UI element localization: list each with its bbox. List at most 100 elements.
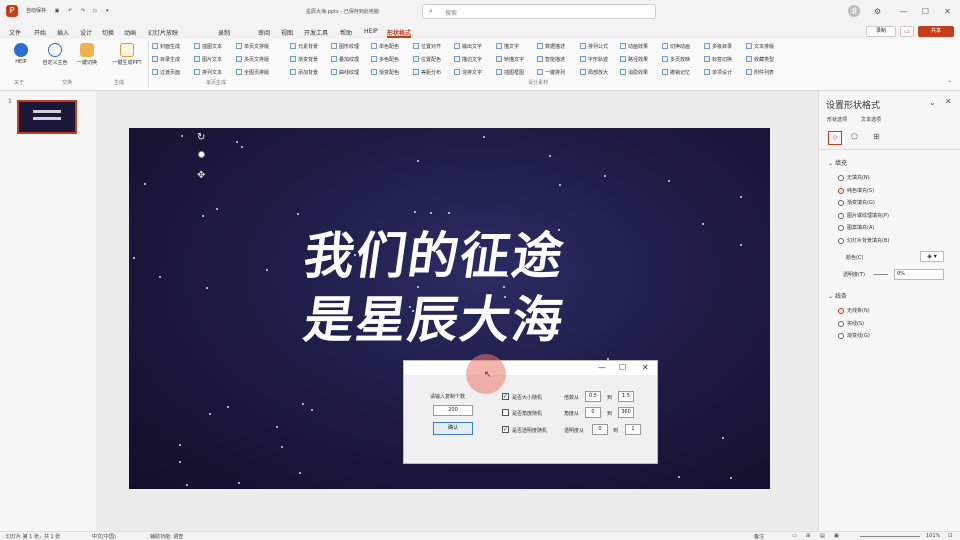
- ribbon-command[interactable]: 单项设计: [704, 69, 732, 76]
- ribbon-command[interactable]: 收藏类型: [746, 56, 774, 63]
- fit-to-window-icon[interactable]: ⊡: [948, 533, 952, 539]
- radio-button[interactable]: [838, 187, 844, 194]
- tab-help[interactable]: 帮助: [340, 28, 352, 37]
- ribbon-command[interactable]: 目录生成: [152, 56, 180, 63]
- tab-file[interactable]: 文件: [9, 28, 21, 37]
- scale-from-input[interactable]: 0.5: [585, 391, 601, 402]
- ribbon-command[interactable]: 路径效果: [620, 56, 648, 63]
- radio-button[interactable]: [838, 200, 844, 207]
- search-box[interactable]: ⌕ 搜索: [422, 4, 656, 19]
- opacity-from-input[interactable]: 0: [592, 424, 608, 435]
- custom-color-button[interactable]: 自定义主色: [38, 43, 72, 66]
- random-opacity-checkbox[interactable]: ✓: [502, 426, 509, 433]
- size-properties-icon[interactable]: ⊞: [873, 132, 880, 141]
- redo-icon[interactable]: ↷: [81, 8, 85, 14]
- ribbon-command[interactable]: 多页文排版: [236, 56, 269, 63]
- ribbon-command[interactable]: 位置对齐: [413, 43, 441, 50]
- resize-handle[interactable]: [198, 151, 205, 158]
- tab-design[interactable]: 设计: [80, 28, 92, 37]
- angle-to-input[interactable]: 360: [618, 407, 634, 418]
- ribbon-command[interactable]: 混排文字: [454, 69, 482, 76]
- ribbon-command[interactable]: 单色配色: [371, 43, 399, 50]
- ribbon-command[interactable]: 标签切换: [704, 56, 732, 63]
- dialog-close-button[interactable]: ✕: [642, 363, 649, 372]
- ribbon-command[interactable]: 排列公式: [580, 43, 608, 50]
- ribbon-command[interactable]: 渐变背景: [290, 56, 318, 63]
- radio-button[interactable]: [838, 333, 844, 340]
- radio-label[interactable]: 纯色填充(S): [847, 187, 874, 194]
- ribbon-command[interactable]: 局部放大: [580, 69, 608, 76]
- fill-section-header[interactable]: ⌄ 填充: [828, 158, 847, 167]
- record-button[interactable]: 录制: [866, 26, 896, 37]
- ribbon-command[interactable]: 多色配色: [371, 56, 399, 63]
- zoom-slider[interactable]: [860, 536, 920, 537]
- ribbon-command[interactable]: 多页放映: [662, 56, 690, 63]
- slide-thumbnail[interactable]: [17, 100, 77, 134]
- ribbon-command[interactable]: 撤销记忆: [662, 69, 690, 76]
- tab-record[interactable]: 录制: [218, 28, 230, 37]
- ribbon-command[interactable]: 描文字: [496, 43, 519, 50]
- effects-icon[interactable]: ⬠: [851, 132, 858, 141]
- minimize-button[interactable]: —: [898, 6, 909, 17]
- tab-developer[interactable]: 开发工具: [304, 28, 328, 37]
- ribbon-command[interactable]: 叠加纹理: [331, 56, 359, 63]
- radio-label[interactable]: 无填充(N): [847, 174, 870, 181]
- ribbon-command[interactable]: 智能描述: [537, 56, 565, 63]
- radio-button[interactable]: [838, 308, 844, 314]
- radio-label[interactable]: 图案填充(A): [847, 224, 874, 231]
- tab-animations[interactable]: 动画: [124, 28, 136, 37]
- accessibility-status[interactable]: 辅助功能: 调查: [150, 533, 183, 540]
- heip-button[interactable]: HEIP: [10, 43, 32, 65]
- transparency-input[interactable]: 0%: [894, 269, 944, 280]
- radio-label[interactable]: 渐变填充(G): [847, 199, 875, 206]
- tab-shape-options[interactable]: 形状选项: [827, 116, 847, 123]
- customize-icon[interactable]: ▾: [106, 8, 109, 14]
- save-icon[interactable]: ▣: [55, 8, 60, 14]
- normal-view-icon[interactable]: ▭: [792, 533, 797, 539]
- radio-button[interactable]: [838, 238, 844, 244]
- tab-review[interactable]: 审阅: [258, 28, 270, 37]
- maximize-button[interactable]: ☐: [920, 6, 931, 17]
- ribbon-command[interactable]: 数据描述: [537, 43, 565, 50]
- close-button[interactable]: ✕: [942, 6, 953, 17]
- ribbon-command[interactable]: 字形轨迹: [580, 56, 608, 63]
- slideshow-icon[interactable]: ▣: [834, 533, 839, 539]
- ribbon-command[interactable]: 渐变配色: [371, 69, 399, 76]
- ribbon-command[interactable]: 输出文字: [454, 43, 482, 50]
- ribbon-command[interactable]: 文本排版: [746, 43, 774, 50]
- ribbon-command[interactable]: 排列文本: [194, 69, 222, 76]
- comments-icon[interactable]: ▭: [900, 26, 914, 37]
- slide-headline-line1[interactable]: 我们的征途: [300, 216, 570, 288]
- radio-button[interactable]: [838, 320, 844, 327]
- settings-icon[interactable]: ⚙: [872, 6, 883, 17]
- tab-slideshow[interactable]: 幻灯片放映: [148, 28, 178, 37]
- ribbon-command[interactable]: 单页文排版: [236, 43, 269, 50]
- language-indicator[interactable]: 中文(中国): [92, 533, 116, 540]
- ribbon-command[interactable]: 图形纹理: [331, 43, 359, 50]
- ribbon-command[interactable]: 插图框图: [496, 69, 524, 76]
- tab-heip[interactable]: HEIP: [364, 28, 378, 35]
- ribbon-command[interactable]: 添加背景: [290, 69, 318, 76]
- rotate-handle-icon[interactable]: ↻: [197, 132, 205, 143]
- tab-view[interactable]: 视图: [281, 28, 293, 37]
- fill-line-icon[interactable]: ◇: [828, 131, 842, 145]
- pane-options-chevron-icon[interactable]: ⌄: [929, 98, 936, 107]
- ribbon-command[interactable]: 曲线纹理: [331, 69, 359, 76]
- radio-button[interactable]: [838, 225, 844, 232]
- scale-to-input[interactable]: 1.5: [618, 391, 634, 402]
- radio-button[interactable]: [838, 212, 844, 219]
- copy-count-input[interactable]: 200: [433, 405, 473, 416]
- one-click-switch-button[interactable]: 一键切换: [74, 43, 100, 66]
- color-picker-button[interactable]: ◈ ▾: [920, 251, 944, 262]
- ribbon-command[interactable]: 动画效果: [620, 43, 648, 50]
- slide-sorter-icon[interactable]: ⊞: [806, 533, 810, 539]
- opacity-to-input[interactable]: 1: [625, 424, 641, 435]
- radio-label[interactable]: 渐变线(G): [847, 332, 870, 339]
- dialog-maximize-button[interactable]: ☐: [619, 363, 626, 372]
- ribbon-command[interactable]: 一键排列: [537, 69, 565, 76]
- slide-headline-line2[interactable]: 是星辰大海: [300, 280, 570, 352]
- radio-label[interactable]: 无线条(N): [847, 307, 870, 314]
- random-angle-checkbox[interactable]: [502, 409, 509, 416]
- ribbon-command[interactable]: 矫描文字: [496, 56, 524, 63]
- notes-button[interactable]: 备注: [754, 533, 764, 540]
